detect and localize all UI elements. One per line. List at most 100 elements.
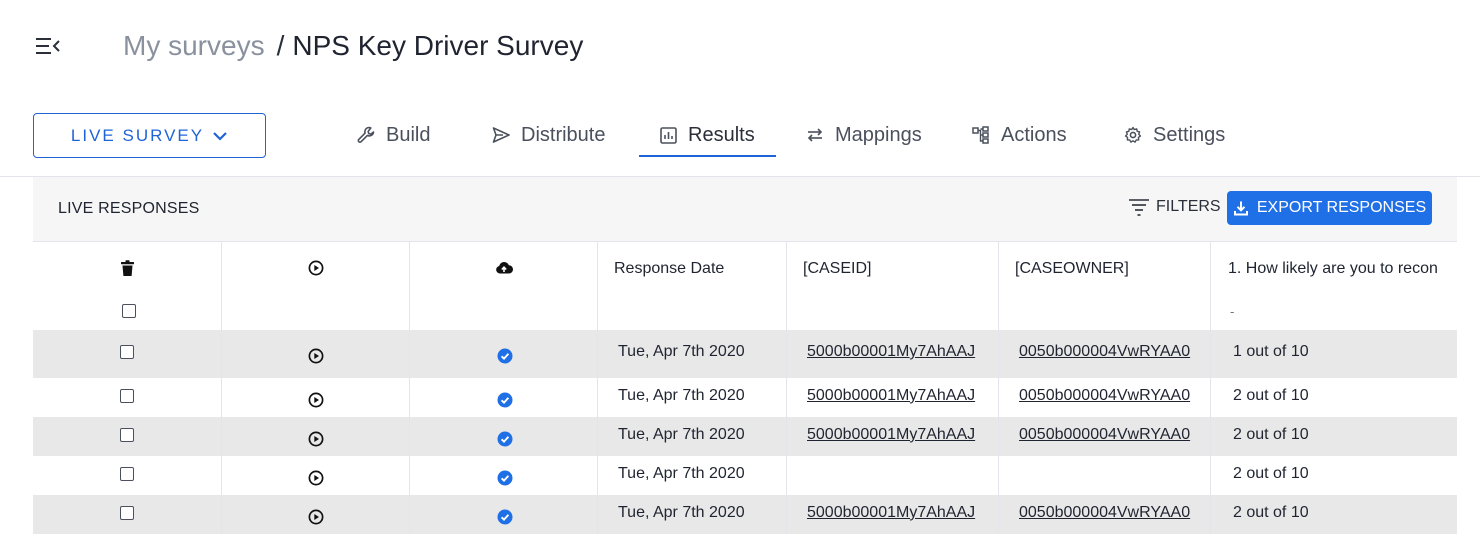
cloud-upload-icon xyxy=(496,262,513,274)
score-text: 2 out of 10 xyxy=(1233,464,1309,482)
cell-date: Tue, Apr 7th 2020 xyxy=(598,378,787,417)
tab-results[interactable]: Results xyxy=(659,112,755,158)
live-survey-dropdown-button[interactable]: LIVE SURVEY xyxy=(33,113,266,158)
menu-collapse-icon[interactable] xyxy=(34,34,62,58)
header-cell-caseid: [CASEID] xyxy=(787,241,999,330)
cell-score: 2 out of 10 xyxy=(1211,456,1457,495)
cell-owner: 0050b000004VwRYAA0 xyxy=(999,417,1211,456)
play-circle-icon[interactable] xyxy=(308,392,324,408)
check-circle-icon xyxy=(497,431,513,446)
cell-score: 2 out of 10 xyxy=(1211,495,1457,534)
tab-build[interactable]: Build xyxy=(356,112,430,158)
chevron-down-icon xyxy=(213,131,227,141)
caseowner-link[interactable]: 0050b000004VwRYAA0 xyxy=(1019,343,1190,361)
filter-icon xyxy=(1129,199,1149,216)
cell-caseid: 5000b00001My7AhAAJ xyxy=(787,378,999,417)
cell-play xyxy=(222,330,410,378)
select-all-checkbox[interactable] xyxy=(122,304,136,318)
table-row[interactable]: Tue, Apr 7th 2020 2 out of 10 xyxy=(33,456,1457,495)
cell-owner: 0050b000004VwRYAA0 xyxy=(999,330,1211,378)
row-checkbox[interactable] xyxy=(120,466,134,481)
cell-owner xyxy=(999,456,1211,495)
play-circle-icon[interactable] xyxy=(308,348,324,364)
row-checkbox[interactable] xyxy=(120,345,134,359)
header-cell-play xyxy=(222,241,410,330)
header-cell-delete xyxy=(33,241,222,330)
header-cell-question-1: 1. How likely are you to recon - xyxy=(1211,241,1457,330)
cell-sync xyxy=(410,417,598,456)
column-subheader-question-1: - xyxy=(1230,304,1235,319)
row-checkbox[interactable] xyxy=(120,505,134,520)
check-circle-icon xyxy=(497,348,513,364)
column-header-caseid: [CASEID] xyxy=(803,260,872,277)
tab-build-label: Build xyxy=(386,123,431,146)
check-circle-icon xyxy=(497,392,513,407)
cell-sync xyxy=(410,378,598,417)
row-checkbox[interactable] xyxy=(120,427,134,442)
cell-date: Tue, Apr 7th 2020 xyxy=(598,330,787,378)
cell-date: Tue, Apr 7th 2020 xyxy=(598,495,787,534)
tab-results-label: Results xyxy=(688,123,755,146)
trash-icon[interactable] xyxy=(120,260,135,277)
breadcrumb-my-surveys-link[interactable]: My surveys xyxy=(123,30,265,61)
cell-owner: 0050b000004VwRYAA0 xyxy=(999,378,1211,417)
download-icon xyxy=(1233,201,1248,216)
score-text: 2 out of 10 xyxy=(1233,425,1309,443)
tab-actions-label: Actions xyxy=(1001,123,1067,146)
response-date-text: Tue, Apr 7th 2020 xyxy=(618,386,745,404)
caseid-link[interactable]: 5000b00001My7AhAAJ xyxy=(807,426,975,444)
caseid-link[interactable]: 5000b00001My7AhAAJ xyxy=(807,387,975,405)
gear-icon xyxy=(1124,126,1142,143)
live-responses-title: LIVE RESPONSES xyxy=(58,200,200,217)
table-header-row: Response Date [CASEID] [CASEOWNER] 1. Ho… xyxy=(33,241,1457,330)
cell-caseid xyxy=(787,456,999,495)
response-date-text: Tue, Apr 7th 2020 xyxy=(618,425,745,443)
play-circle-icon[interactable] xyxy=(308,509,324,525)
column-header-response-date: Response Date xyxy=(614,260,725,277)
play-circle-icon xyxy=(308,260,324,276)
cell-play xyxy=(222,378,410,417)
cell-select xyxy=(33,378,222,417)
cell-select xyxy=(33,495,222,534)
score-text: 1 out of 10 xyxy=(1233,343,1309,360)
cell-play xyxy=(222,456,410,495)
row-checkbox[interactable] xyxy=(120,388,134,403)
response-date-text: Tue, Apr 7th 2020 xyxy=(618,343,745,360)
table-row[interactable]: Tue, Apr 7th 2020 5000b00001My7AhAAJ 0050b… xyxy=(33,378,1457,417)
cell-select xyxy=(33,330,222,378)
header-cell-response-date: Response Date xyxy=(598,241,787,330)
page-title: NPS Key Driver Survey xyxy=(292,30,584,61)
tab-mappings[interactable]: Mappings xyxy=(805,112,922,158)
play-circle-icon[interactable] xyxy=(308,431,324,447)
table-row[interactable]: Tue, Apr 7th 2020 5000b00001My7AhAAJ 0050b… xyxy=(33,330,1457,378)
tab-distribute[interactable]: Distribute xyxy=(491,112,605,158)
cell-score: 1 out of 10 xyxy=(1211,330,1457,378)
wrench-icon xyxy=(357,126,375,143)
table-row[interactable]: Tue, Apr 7th 2020 5000b00001My7AhAAJ 0050b… xyxy=(33,417,1457,456)
caseid-link[interactable]: 5000b00001My7AhAAJ xyxy=(807,343,975,361)
filters-label: FILTERS xyxy=(1156,198,1221,215)
header-cell-sync xyxy=(410,241,598,330)
send-icon xyxy=(492,127,510,143)
cell-score: 2 out of 10 xyxy=(1211,417,1457,456)
cell-play xyxy=(222,417,410,456)
column-header-question-1: 1. How likely are you to recon xyxy=(1228,260,1438,277)
caseowner-link[interactable]: 0050b000004VwRYAA0 xyxy=(1019,387,1190,405)
swap-arrows-icon xyxy=(807,128,823,142)
response-date-text: Tue, Apr 7th 2020 xyxy=(618,464,745,482)
cell-caseid: 5000b00001My7AhAAJ xyxy=(787,495,999,534)
tab-actions[interactable]: Actions xyxy=(971,112,1067,158)
cell-owner: 0050b000004VwRYAA0 xyxy=(999,495,1211,534)
cell-select xyxy=(33,417,222,456)
caseowner-link[interactable]: 0050b000004VwRYAA0 xyxy=(1019,426,1190,444)
tab-settings[interactable]: Settings xyxy=(1123,112,1225,158)
filters-button[interactable]: FILTERS xyxy=(1128,195,1221,219)
export-responses-button[interactable]: EXPORT RESPONSES xyxy=(1227,191,1432,225)
caseid-link[interactable]: 5000b00001My7AhAAJ xyxy=(807,504,975,522)
table-row[interactable]: Tue, Apr 7th 2020 5000b00001My7AhAAJ 0050b… xyxy=(33,495,1457,534)
column-header-caseowner: [CASEOWNER] xyxy=(1015,260,1129,277)
caseowner-link[interactable]: 0050b000004VwRYAA0 xyxy=(1019,504,1190,522)
live-survey-label: LIVE SURVEY xyxy=(70,125,205,145)
breadcrumb: My surveys / NPS Key Driver Survey xyxy=(123,28,583,64)
play-circle-icon[interactable] xyxy=(308,470,324,486)
